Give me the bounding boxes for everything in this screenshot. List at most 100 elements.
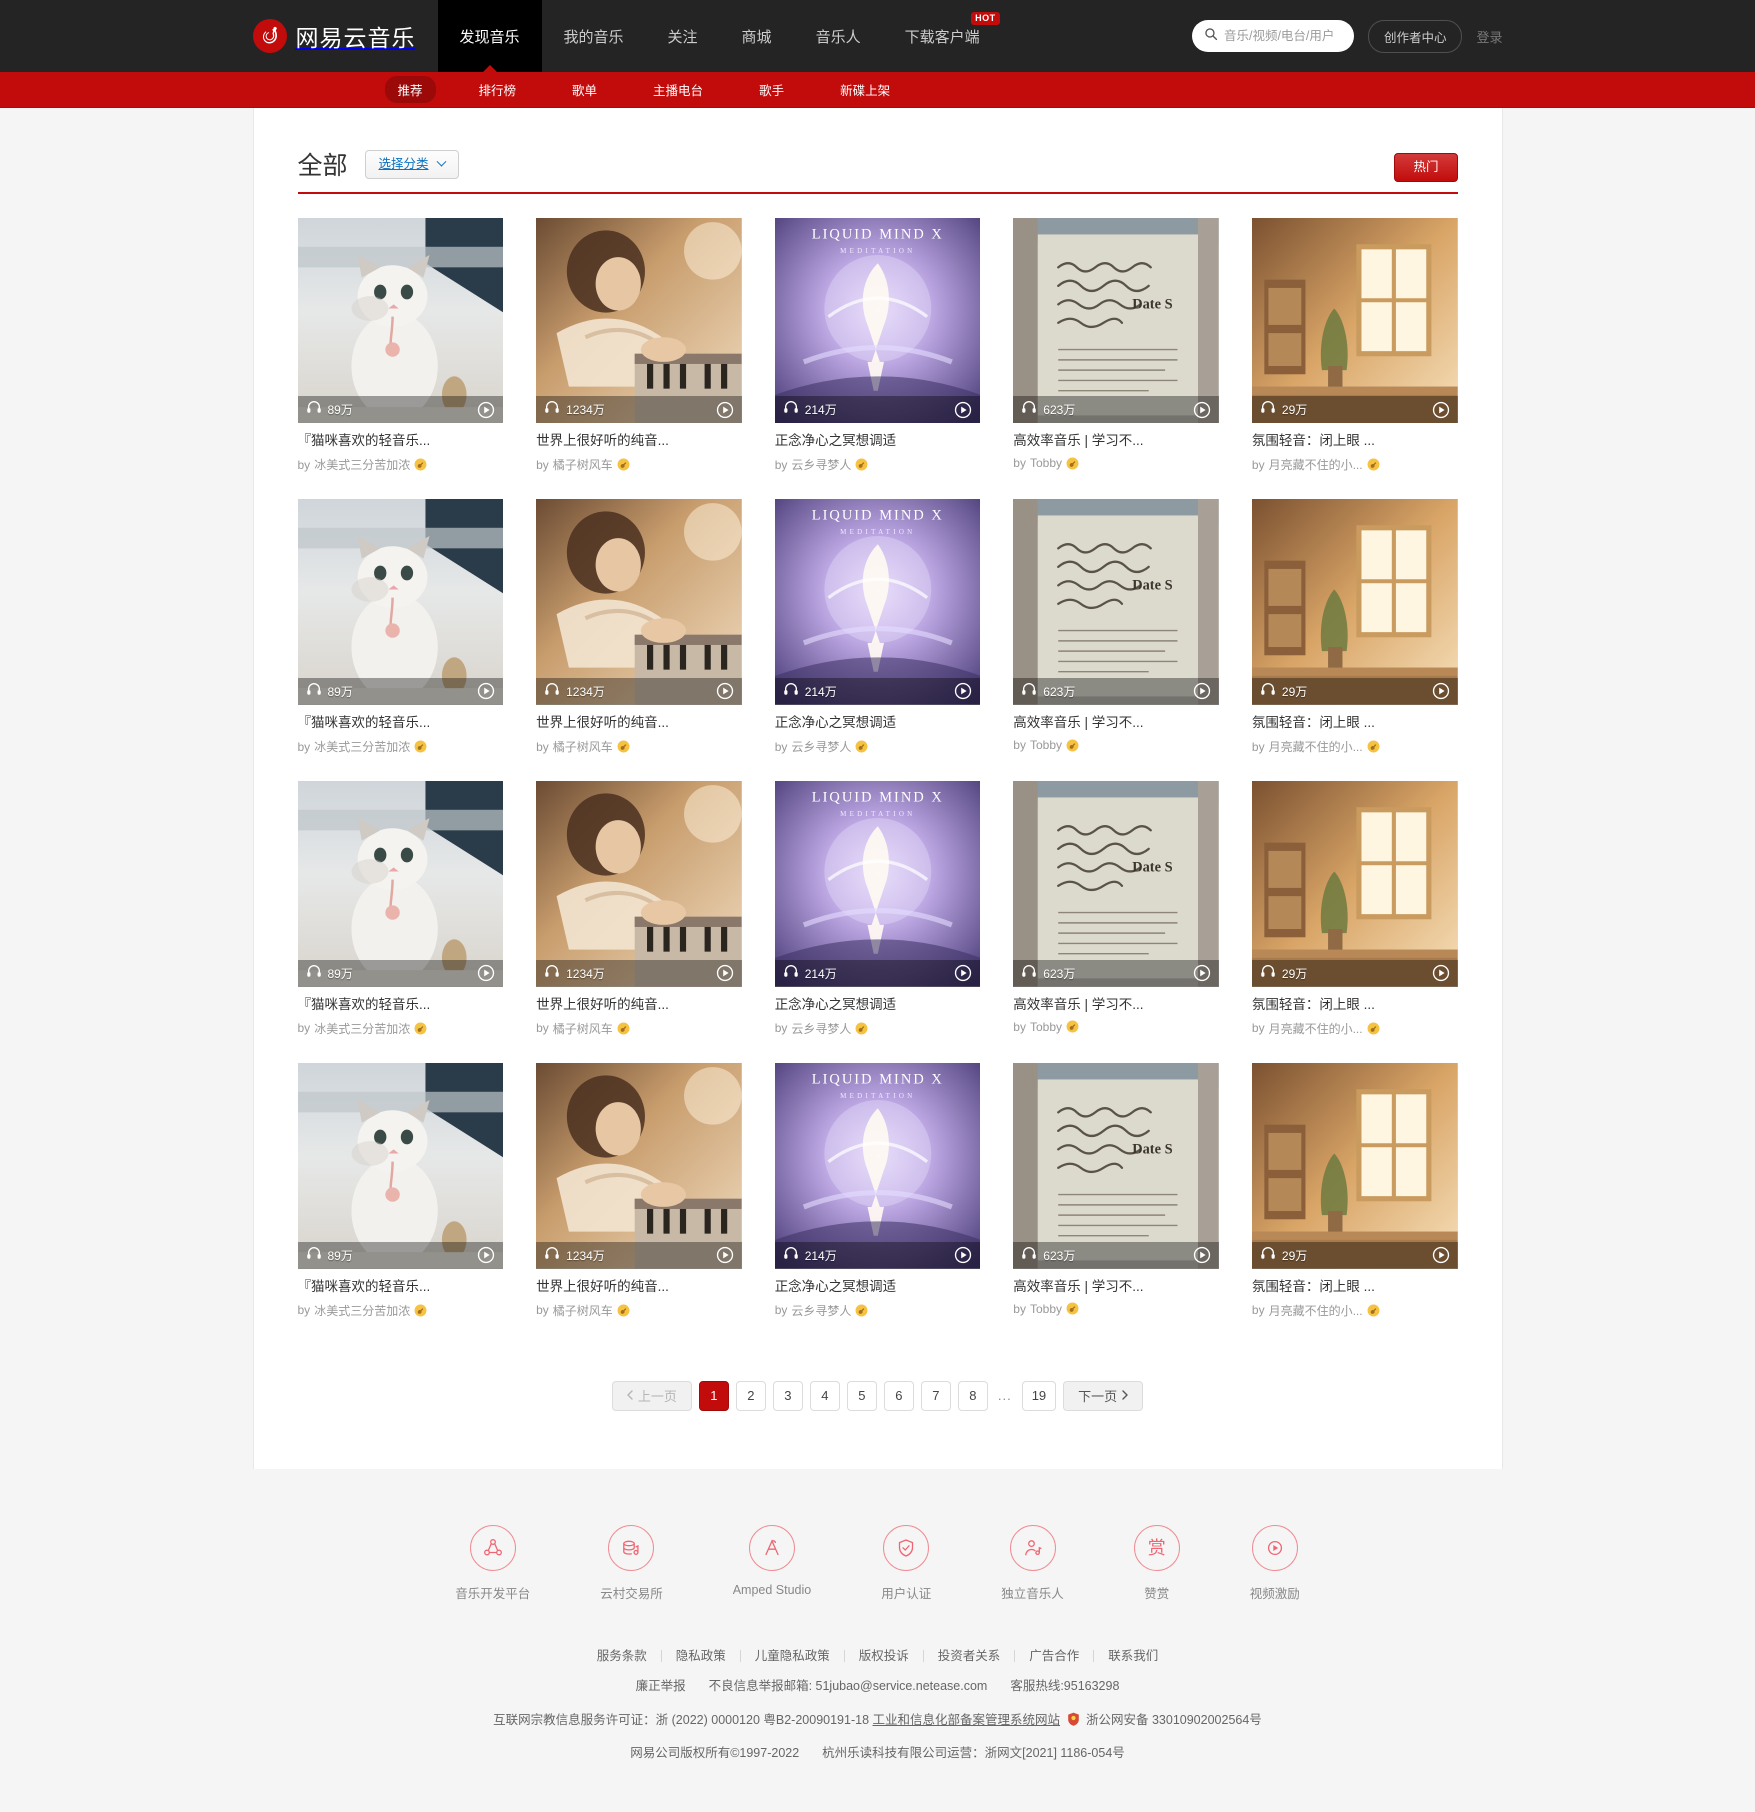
- play-button-icon[interactable]: [1432, 964, 1450, 982]
- playlist-card[interactable]: 1234万 世界上很好听的纯音... by 橘子树风车: [536, 217, 742, 474]
- playlist-card[interactable]: 89万 『猫咪喜欢的轻音乐... by 冰美式三分苦加浓: [297, 1062, 504, 1319]
- playlist-author[interactable]: 橘子树风车: [553, 456, 613, 473]
- playlist-card[interactable]: 89万 『猫咪喜欢的轻音乐... by 冰美式三分苦加浓: [297, 781, 504, 1037]
- play-button-icon[interactable]: [1193, 1246, 1211, 1264]
- play-button-icon[interactable]: [1193, 682, 1211, 700]
- pagination-next[interactable]: 下一页: [1063, 1380, 1144, 1411]
- playlist-cover[interactable]: 89万: [297, 499, 504, 705]
- subnav-item-radio[interactable]: 主播电台: [640, 76, 716, 103]
- footer-link-terms[interactable]: 服务条款: [583, 1650, 662, 1663]
- playlist-cover[interactable]: 29万: [1251, 217, 1458, 424]
- footer-link-user-verify[interactable]: 用户认证: [881, 1524, 931, 1602]
- playlist-cover[interactable]: Date S 623万: [1013, 499, 1219, 705]
- playlist-author[interactable]: Tobby: [1030, 1020, 1062, 1034]
- playlist-card[interactable]: 1234万 世界上很好听的纯音... by 橘子树风车: [536, 1062, 742, 1319]
- playlist-title[interactable]: 高效率音乐 | 学习不...: [1013, 996, 1219, 1014]
- footer-link-music-dev-platform[interactable]: 音乐开发平台: [455, 1524, 530, 1602]
- footer-gongan-link[interactable]: 浙公网安备 33010902002564号: [1086, 1713, 1262, 1727]
- hot-filter-button[interactable]: 热门: [1394, 153, 1458, 182]
- playlist-author[interactable]: Tobby: [1030, 456, 1062, 470]
- site-logo[interactable]: 网易云音乐: [252, 0, 438, 72]
- playlist-card[interactable]: LIQUID MIND X MEDITATION 214万 正念净心之冥想调适 …: [774, 217, 981, 474]
- playlist-card[interactable]: 1234万 世界上很好听的纯音... by 橘子树风车: [536, 499, 742, 755]
- login-link[interactable]: 登录: [1476, 27, 1502, 46]
- playlist-author[interactable]: 冰美式三分苦加浓: [314, 1302, 410, 1319]
- play-button-icon[interactable]: [477, 401, 495, 419]
- pagination-page-7[interactable]: 7: [920, 1380, 951, 1411]
- playlist-title[interactable]: 世界上很好听的纯音...: [536, 1278, 742, 1296]
- playlist-author[interactable]: 月亮藏不住的小...: [1269, 738, 1363, 755]
- pagination-page-4[interactable]: 4: [809, 1380, 840, 1411]
- playlist-title[interactable]: 『猫咪喜欢的轻音乐...: [298, 1278, 504, 1296]
- footer-link-child-privacy[interactable]: 儿童隐私政策: [741, 1650, 845, 1663]
- playlist-card[interactable]: LIQUID MIND X MEDITATION 214万 正念净心之冥想调适 …: [774, 499, 981, 755]
- pagination-prev[interactable]: 上一页: [611, 1380, 692, 1411]
- playlist-author[interactable]: 橘子树风车: [553, 1020, 613, 1037]
- footer-link-contact-us[interactable]: 联系我们: [1094, 1650, 1172, 1663]
- playlist-author[interactable]: 橘子树风车: [553, 738, 613, 755]
- subnav-item-ranking[interactable]: 排行榜: [466, 76, 530, 103]
- playlist-author[interactable]: Tobby: [1030, 738, 1062, 752]
- pagination-page-last[interactable]: 19: [1021, 1380, 1057, 1411]
- playlist-card[interactable]: Date S 623万 高效率音乐 | 学习不... by Tobby: [1013, 781, 1219, 1037]
- playlist-author[interactable]: 云乡寻梦人: [791, 456, 851, 473]
- nav-item-musician[interactable]: 音乐人: [794, 0, 883, 72]
- playlist-title[interactable]: 世界上很好听的纯音...: [536, 432, 742, 450]
- search-input[interactable]: [1223, 29, 1342, 43]
- footer-link-copyright-complaint[interactable]: 版权投诉: [845, 1650, 924, 1663]
- nav-item-store[interactable]: 商城: [720, 0, 794, 72]
- playlist-cover[interactable]: Date S 623万: [1013, 217, 1219, 424]
- nav-item-following[interactable]: 关注: [646, 0, 720, 72]
- playlist-cover[interactable]: 1234万: [536, 499, 742, 705]
- playlist-card[interactable]: Date S 623万 高效率音乐 | 学习不... by Tobby: [1013, 217, 1219, 474]
- play-button-icon[interactable]: [954, 1246, 972, 1264]
- playlist-author[interactable]: 冰美式三分苦加浓: [314, 738, 410, 755]
- playlist-card[interactable]: 89万 『猫咪喜欢的轻音乐... by 冰美式三分苦加浓: [297, 499, 504, 755]
- search-box[interactable]: [1191, 20, 1354, 52]
- playlist-cover[interactable]: Date S 623万: [1013, 781, 1219, 987]
- playlist-title[interactable]: 正念净心之冥想调适: [775, 714, 981, 732]
- footer-link-advertising[interactable]: 广告合作: [1015, 1650, 1095, 1663]
- play-button-icon[interactable]: [477, 1246, 495, 1264]
- playlist-title[interactable]: 氛围轻音：闭上眼 ...: [1252, 996, 1458, 1014]
- footer-link-investor-relations[interactable]: 投资者关系: [924, 1650, 1016, 1663]
- playlist-card[interactable]: Date S 623万 高效率音乐 | 学习不... by Tobby: [1013, 499, 1219, 755]
- footer-link-video-incentive[interactable]: 视频激励: [1250, 1524, 1300, 1602]
- pagination-page-2[interactable]: 2: [735, 1380, 766, 1411]
- play-button-icon[interactable]: [1193, 401, 1211, 419]
- playlist-cover[interactable]: 29万: [1251, 1062, 1458, 1269]
- playlist-author[interactable]: 云乡寻梦人: [791, 738, 851, 755]
- playlist-title[interactable]: 世界上很好听的纯音...: [536, 714, 742, 732]
- playlist-title[interactable]: 高效率音乐 | 学习不...: [1013, 714, 1219, 732]
- playlist-cover[interactable]: 89万: [297, 781, 504, 987]
- pagination-page-6[interactable]: 6: [883, 1380, 914, 1411]
- pagination-page-1[interactable]: 1: [698, 1380, 729, 1411]
- playlist-card[interactable]: Date S 623万 高效率音乐 | 学习不... by Tobby: [1013, 1062, 1219, 1319]
- play-button-icon[interactable]: [1193, 964, 1211, 982]
- footer-link-cloud-village-exchange[interactable]: 云村交易所: [600, 1524, 663, 1602]
- play-button-icon[interactable]: [954, 964, 972, 982]
- playlist-card[interactable]: 29万 氛围轻音：闭上眼 ... by 月亮藏不住的小...: [1251, 1062, 1458, 1319]
- playlist-title[interactable]: 高效率音乐 | 学习不...: [1013, 432, 1219, 450]
- footer-miit-link[interactable]: 工业和信息化部备案管理系统网站: [873, 1713, 1061, 1727]
- playlist-title[interactable]: 『猫咪喜欢的轻音乐...: [298, 432, 504, 450]
- nav-item-download-client[interactable]: 下载客户端 HOT: [883, 0, 1002, 72]
- subnav-item-recommend[interactable]: 推荐: [384, 76, 436, 103]
- playlist-cover[interactable]: LIQUID MIND X MEDITATION 214万: [774, 781, 981, 987]
- playlist-card[interactable]: 29万 氛围轻音：闭上眼 ... by 月亮藏不住的小...: [1251, 499, 1458, 755]
- playlist-author[interactable]: 橘子树风车: [553, 1302, 613, 1319]
- play-button-icon[interactable]: [954, 682, 972, 700]
- playlist-title[interactable]: 氛围轻音：闭上眼 ...: [1252, 432, 1458, 450]
- nav-item-my-music[interactable]: 我的音乐: [542, 0, 646, 72]
- playlist-title[interactable]: 高效率音乐 | 学习不...: [1013, 1278, 1219, 1296]
- play-button-icon[interactable]: [716, 401, 734, 419]
- playlist-title[interactable]: 世界上很好听的纯音...: [536, 996, 742, 1014]
- play-button-icon[interactable]: [716, 1246, 734, 1264]
- playlist-author[interactable]: 月亮藏不住的小...: [1269, 1302, 1363, 1319]
- subnav-item-playlist[interactable]: 歌单: [559, 76, 610, 103]
- playlist-author[interactable]: 冰美式三分苦加浓: [314, 1020, 410, 1037]
- playlist-author[interactable]: 月亮藏不住的小...: [1269, 1020, 1363, 1037]
- playlist-author[interactable]: 冰美式三分苦加浓: [314, 456, 410, 473]
- play-button-icon[interactable]: [716, 964, 734, 982]
- play-button-icon[interactable]: [477, 682, 495, 700]
